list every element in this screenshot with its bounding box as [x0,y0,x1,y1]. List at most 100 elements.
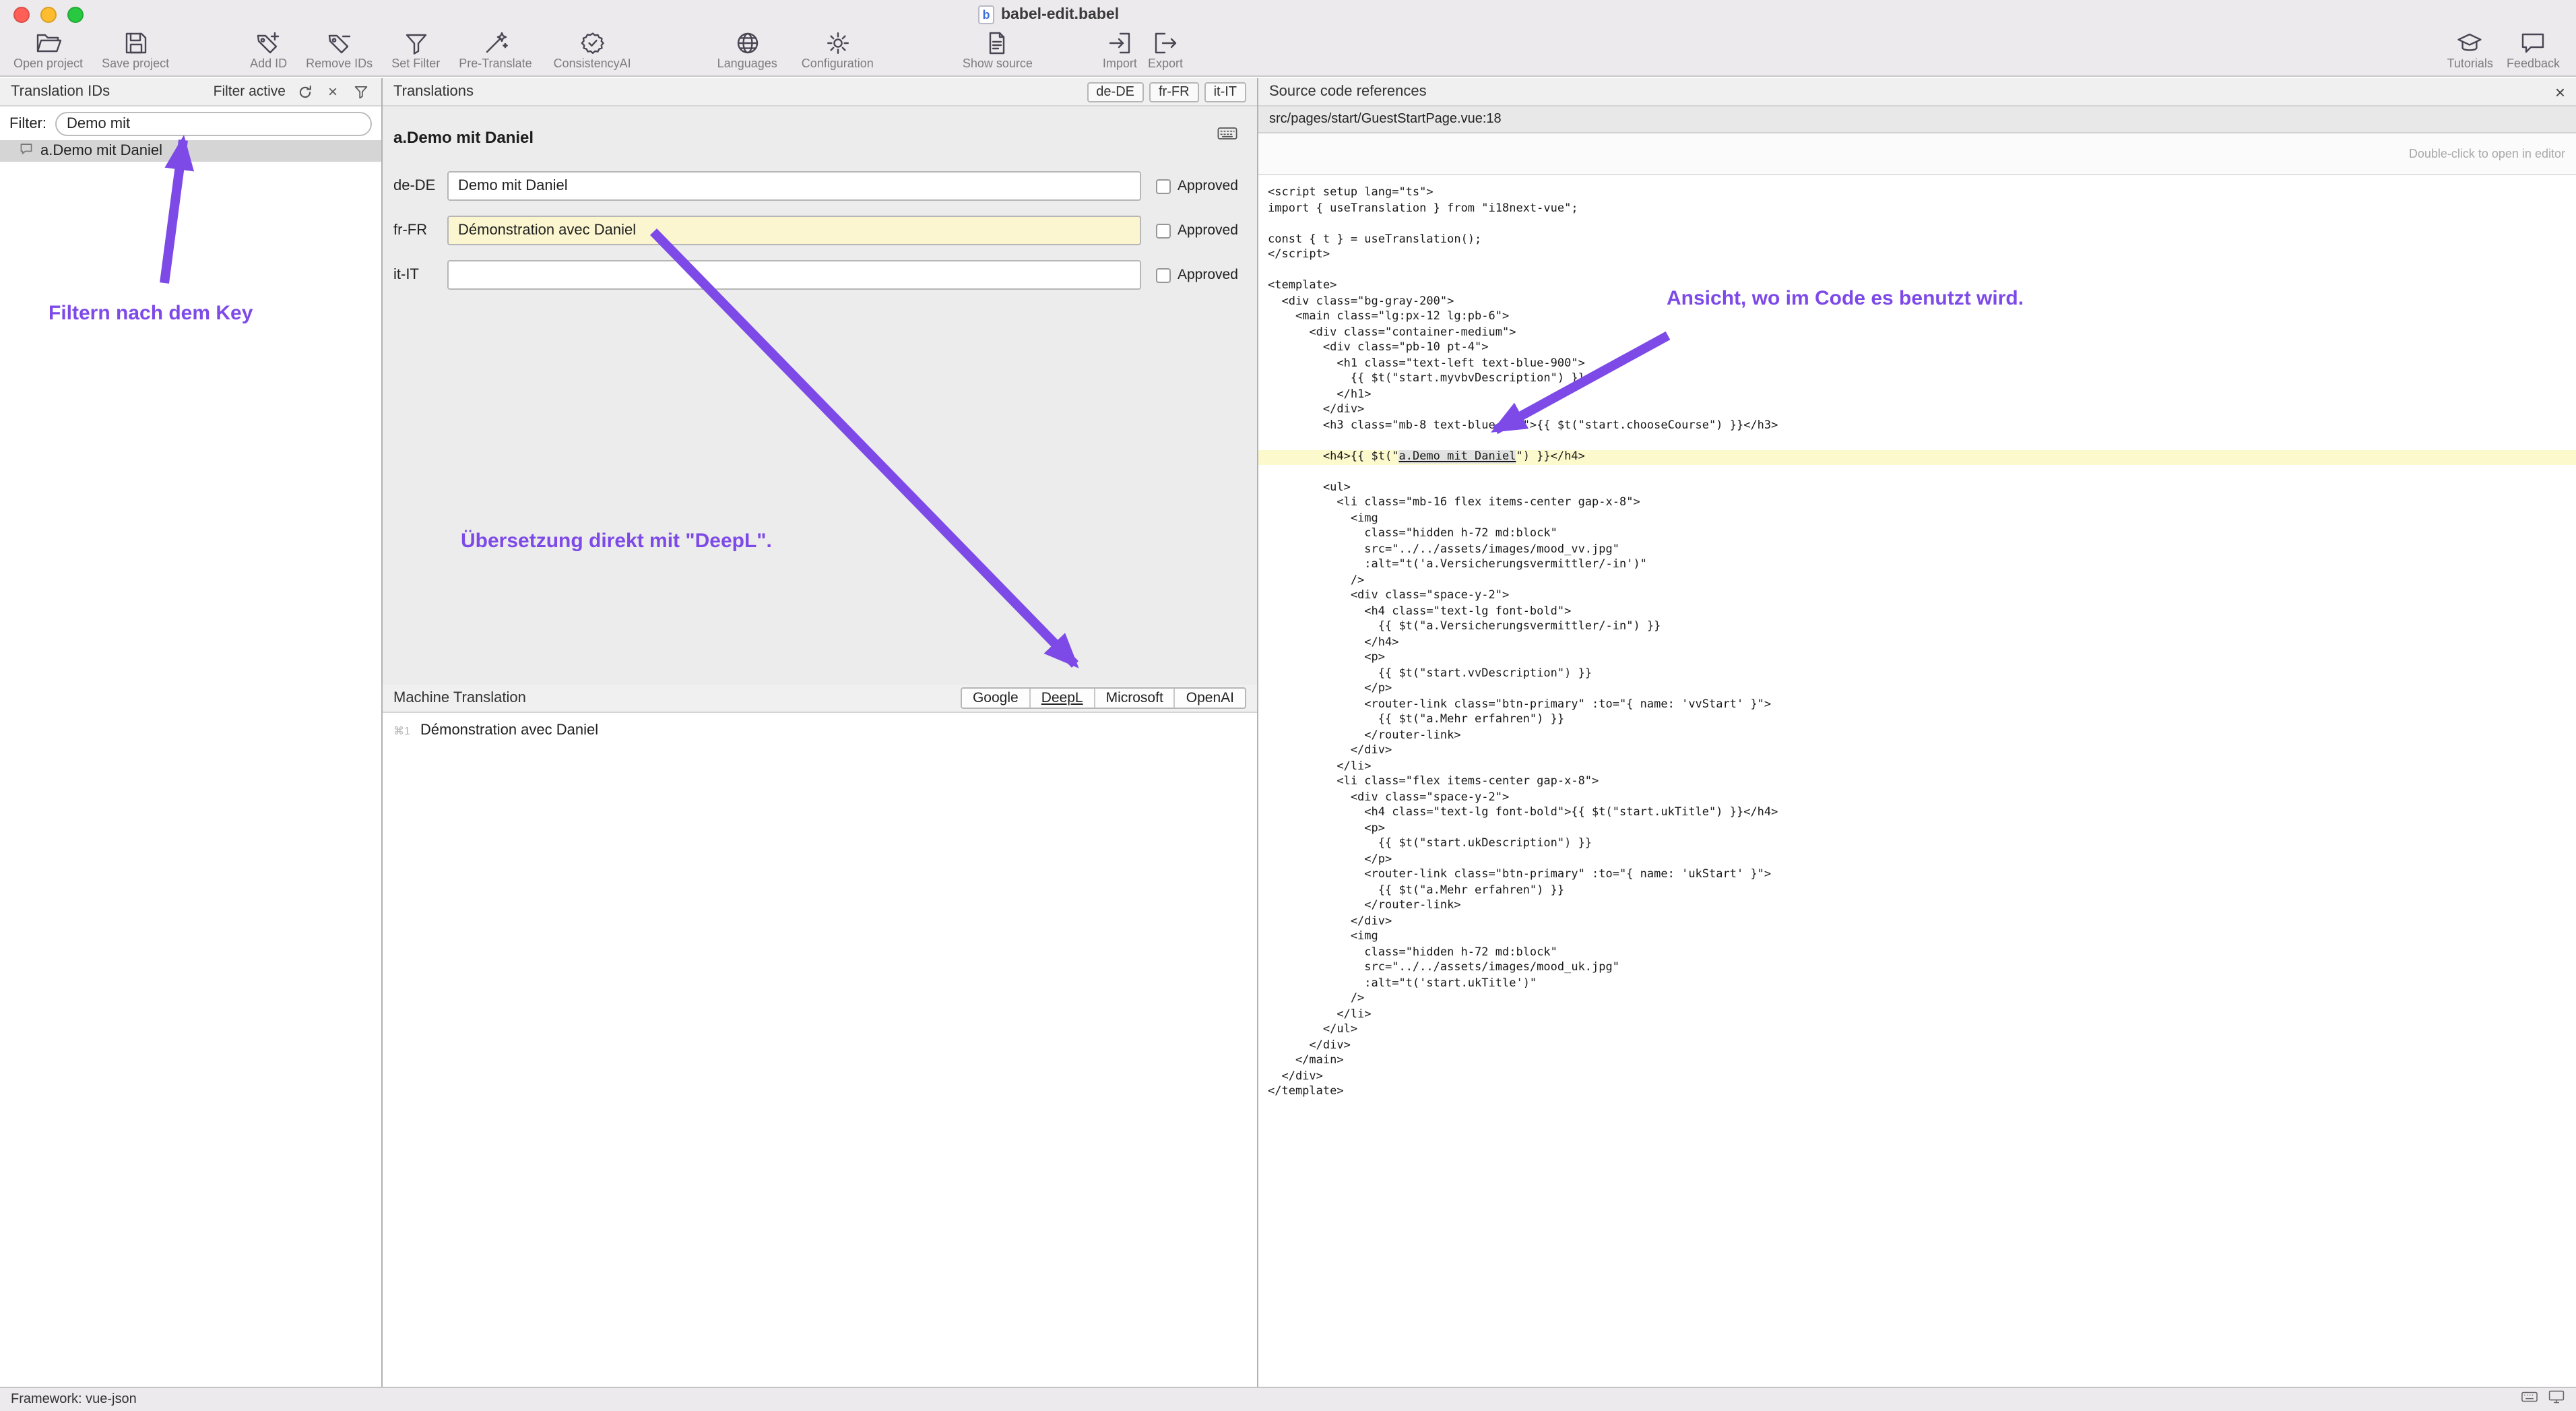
file-tab[interactable]: src/pages/start/GuestStartPage.vue:18 [1269,112,1502,127]
approved-checkbox-it-IT[interactable] [1156,268,1171,282]
approved-checkbox-de-DE[interactable] [1156,179,1171,193]
code-line: <div class="space-y-2"> [1258,790,2576,806]
speech-bubble-icon [19,142,34,160]
code-line: {{ $t("start.vvDescription") }} [1258,666,2576,682]
document-proxy-icon: b [978,5,994,24]
close-window-button[interactable] [13,7,30,23]
translation-input-fr-FR[interactable] [447,216,1141,245]
code-line: </h4> [1258,635,2576,651]
code-line: <h3 class="mb-8 text-blue-900">{{ $t("st… [1258,418,2576,434]
toolbar-button-label: ConsistencyAI [554,57,631,71]
toolbar-button-export[interactable]: Export [1148,30,1183,71]
toolbar-button-save-project[interactable]: Save project [102,30,169,71]
translation-id-list: a.Demo mit Daniel [0,140,381,1387]
code-line: </li> [1258,759,2576,775]
minimize-window-button[interactable] [40,7,57,23]
code-line: </h1> [1258,387,2576,403]
save-icon [122,30,149,57]
refresh-icon[interactable] [295,82,314,101]
highlighted-translation-key[interactable]: a.Demo mit Daniel [1398,449,1516,463]
translation-row-fr-FR: fr-FRApproved [393,216,1246,245]
code-line: </template> [1258,1085,2576,1100]
translations-title: Translations [393,84,474,100]
code-line: :alt="t('a.Versicherungsvermittler/-in')… [1258,558,2576,573]
code-line [1258,263,2576,279]
traffic-lights [0,7,84,23]
approved-checkbox-fr-FR[interactable] [1156,223,1171,238]
clear-filter-icon[interactable]: × [323,82,342,101]
toolbar-button-languages[interactable]: Languages [717,30,777,71]
mt-provider-buttons: GoogleDeepLMicrosoftOpenAI [961,687,1246,709]
toolbar-button-add-id[interactable]: Add ID [250,30,287,71]
translations-panel: Translations de-DEfr-FRit-IT a.Demo mit … [383,78,1258,1387]
feedback-icon [2519,30,2546,57]
code-line [1258,434,2576,449]
toolbar-button-pre-translate[interactable]: Pre-Translate [459,30,532,71]
code-line: </div> [1258,914,2576,930]
mt-provider-openai[interactable]: OpenAI [1174,689,1245,708]
toolbar-button-feedback[interactable]: Feedback [2507,30,2560,71]
language-label: de-DE [393,178,447,194]
code-annotation-note: Ansicht, wo im Code es benutzt wird. [1667,287,2024,310]
code-line: <main class="lg:px-12 lg:pb-6"> [1258,310,2576,325]
toolbar-button-show-source[interactable]: Show source [963,30,1033,71]
filter-annotation-note: Filtern nach dem Key [49,302,253,325]
toolbar-button-label: Show source [963,57,1033,71]
code-line: {{ $t("a.Versicherungsvermittler/-in") }… [1258,620,2576,635]
code-line: {{ $t("start.myvbvDescription") }} [1258,372,2576,387]
translation-input-de-DE[interactable] [447,171,1141,201]
toolbar-button-label: Tutorials [2447,57,2493,71]
folder-open-icon [35,30,62,57]
mt-provider-google[interactable]: Google [962,689,1029,708]
highlighted-code-line: <h4>{{ $t("a.Demo mit Daniel") }}</h4> [1258,449,2576,465]
translations-body: a.Demo mit Daniel de-DEApprovedfr-FRAppr… [383,106,1257,685]
code-line: <div class="container-medium"> [1258,325,2576,341]
translation-id-item[interactable]: a.Demo mit Daniel [0,140,381,162]
code-line: <img [1258,511,2576,527]
language-toggle-fr-FR[interactable]: fr-FR [1149,82,1199,102]
statusbar: Framework: vue-json [0,1387,2576,1411]
code-line: <div class="pb-10 pt-4"> [1258,341,2576,356]
code-line: :alt="t('start.ukTitle')" [1258,976,2576,992]
toolbar-button-open-project[interactable]: Open project [13,30,83,71]
toolbar-button-consistencyai[interactable]: ConsistencyAI [554,30,631,71]
translation-input-it-IT[interactable] [447,260,1141,290]
code-line: <p> [1258,821,2576,837]
code-line: </p> [1258,682,2576,697]
keyboard-status-icon[interactable] [2521,1387,2538,1411]
mt-provider-deepl[interactable]: DeepL [1029,689,1094,708]
toolbar-button-label: Remove IDs [306,57,373,71]
code-line: <router-link class="btn-primary" :to="{ … [1258,868,2576,883]
close-panel-icon[interactable]: × [2555,83,2565,100]
code-line: src="../../assets/images/mood_uk.jpg" [1258,961,2576,976]
code-line: </li> [1258,1007,2576,1023]
display-status-icon[interactable] [2548,1387,2565,1411]
mt-suggestion-row[interactable]: ⌘1 Démonstration avec Daniel [393,722,1246,739]
toolbar-button-set-filter[interactable]: Set Filter [391,30,440,71]
source-panel-header: Source code references × [1258,78,2576,106]
mt-provider-microsoft[interactable]: Microsoft [1094,689,1174,708]
filter-input[interactable] [55,111,372,135]
toolbar-button-import[interactable]: Import [1103,30,1137,71]
code-line [1258,217,2576,232]
code-line: {{ $t("a.Mehr erfahren") }} [1258,713,2576,728]
zoom-window-button[interactable] [67,7,84,23]
file-tab-row: src/pages/start/GuestStartPage.vue:18 [1258,106,2576,133]
code-line: class="hidden h-72 md:block" [1258,527,2576,542]
toolbar-button-tutorials[interactable]: Tutorials [2447,30,2493,71]
translation-ids-header: Translation IDs Filter active × [0,78,381,106]
code-line: <h4 class="text-lg font-bold"> [1258,604,2576,620]
source-code-view[interactable]: <script setup lang="ts">import { useTran… [1258,175,2576,1387]
code-line [1258,465,2576,480]
code-line: <h4 class="text-lg font-bold">{{ $t("sta… [1258,806,2576,821]
document-icon [984,30,1011,57]
toolbar-button-configuration[interactable]: Configuration [802,30,874,71]
toolbar-button-remove-ids[interactable]: Remove IDs [306,30,373,71]
language-toggle-it-IT[interactable]: it-IT [1204,82,1246,102]
filter-funnel-icon[interactable] [352,82,371,101]
language-toggle-de-DE[interactable]: de-DE [1087,82,1144,102]
code-line: <div class="space-y-2"> [1258,589,2576,604]
code-line: </ul> [1258,1023,2576,1038]
keyboard-icon[interactable] [1217,123,1238,151]
code-line: </router-link> [1258,899,2576,914]
